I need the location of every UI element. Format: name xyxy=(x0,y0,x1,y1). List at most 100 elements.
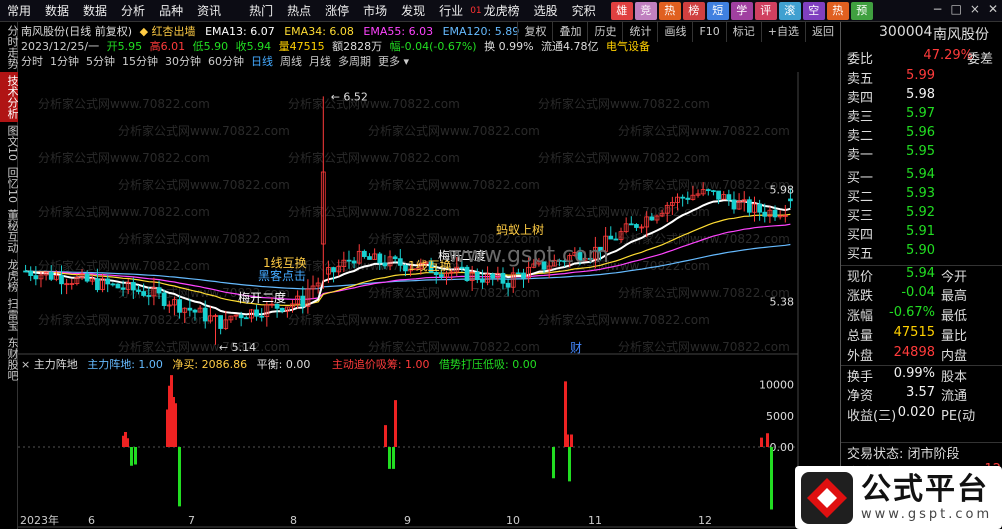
stat-value: 5.94 xyxy=(906,266,935,281)
kline-chart[interactable]: 分析家公式网www.70822.com 分析家公式网www.70822.com 分析… xyxy=(18,22,840,529)
period-tab-1[interactable]: 1分钟 xyxy=(50,53,79,69)
menu-limit-up[interactable]: 涨停 xyxy=(318,0,356,22)
quick-flag-7[interactable]: 滚 xyxy=(778,1,801,20)
quick-flag-2[interactable]: 热 xyxy=(658,1,681,20)
close-icon[interactable]: ✕ xyxy=(988,2,998,16)
maximize-icon[interactable]: □ xyxy=(951,2,962,16)
period-tab-3[interactable]: 15分钟 xyxy=(122,53,158,69)
rail-item-0[interactable]: 分时走势 xyxy=(0,22,19,72)
buy-price: 5.92 xyxy=(906,205,935,220)
sub-tick-5000: 5000 xyxy=(766,410,794,423)
menu-hot[interactable]: 热门 xyxy=(242,0,280,22)
period-tab-2[interactable]: 5分钟 xyxy=(86,53,115,69)
rail-item-7[interactable]: 东财股吧 xyxy=(0,334,19,384)
period-tab-4[interactable]: 30分钟 xyxy=(165,53,201,69)
rail-item-1[interactable]: 技术分析 xyxy=(0,72,19,122)
watermark-text: 分析家公式网www.70822.com xyxy=(288,150,460,165)
menu-news[interactable]: 资讯 xyxy=(190,0,228,22)
menu-data-2[interactable]: 数据 xyxy=(76,0,114,22)
stock-title: 南风股份(日线 前复权) xyxy=(21,25,133,38)
rail-item-4[interactable]: 董秘互动 xyxy=(0,206,19,256)
rail-item-5[interactable]: 龙虎榜 xyxy=(0,256,19,295)
period-tab-7[interactable]: 周线 xyxy=(280,53,302,69)
menu-dragon-tiger[interactable]: 龙虎榜 xyxy=(482,0,527,22)
sub-close-icon[interactable]: × xyxy=(21,358,34,371)
stat-label: 涨跌 xyxy=(847,289,874,304)
buy-row-2: 买二 5.93 xyxy=(841,186,1002,205)
sub-bar-21 xyxy=(766,433,769,447)
quick-flag-4[interactable]: 短 xyxy=(706,1,729,20)
sub-main-pos: 主力阵地: 1.00 xyxy=(87,358,163,371)
menu-data-1[interactable]: 数据 xyxy=(38,0,76,22)
quick-flag-3[interactable]: 榜 xyxy=(682,1,705,20)
stat-label: 换手 xyxy=(847,370,874,385)
toolbar-button-4[interactable]: 画线 xyxy=(657,22,692,42)
minimize-icon[interactable]: − xyxy=(932,2,942,16)
period-tab-5[interactable]: 60分钟 xyxy=(208,53,244,69)
period-tab-6[interactable]: 日线 xyxy=(251,53,273,69)
period-tab-10[interactable]: 更多 ▾ xyxy=(378,53,409,69)
rail-item-2[interactable]: 图文10 xyxy=(0,122,19,164)
candle-body xyxy=(238,314,244,319)
sub-bar-13 xyxy=(392,447,395,469)
watermark-text: 分析家公式网www.70822.com xyxy=(38,96,210,111)
menu-variety[interactable]: 品种 xyxy=(152,0,190,22)
candle-body xyxy=(361,250,367,257)
toolbar-button-6[interactable]: 标记 xyxy=(725,22,761,42)
restore-icon[interactable]: × xyxy=(970,2,980,16)
watermark-text: 分析家公式网www.70822.com xyxy=(118,177,290,192)
stat-label-2: 最低 xyxy=(941,309,968,324)
stat-label-2: 流通 xyxy=(941,389,968,404)
pattern-label-1: 黑客点击 xyxy=(258,268,306,283)
toolbar-button-5[interactable]: F10 xyxy=(692,22,725,42)
candle-body xyxy=(136,289,141,292)
sub-chart-name[interactable]: 主力阵地 xyxy=(34,358,78,371)
sub-bar-19 xyxy=(568,447,571,482)
quick-flag-8[interactable]: 空 xyxy=(802,1,825,20)
price-tick-538: 5.38 xyxy=(770,296,795,309)
ema120-label: EMA120: 5.89 xyxy=(442,25,520,38)
stat-label-2: 今开 xyxy=(941,270,968,285)
x-axis-label-7: 12 xyxy=(698,514,712,527)
x-axis-label-4: 9 xyxy=(404,514,411,527)
quick-flag-0[interactable]: 雄 xyxy=(610,1,633,20)
watermark-text: 分析家公式网www.70822.com xyxy=(118,123,290,138)
menu-common[interactable]: 常用 xyxy=(0,0,38,22)
pattern-label-2: 梅开二度 xyxy=(238,290,286,305)
candle-body xyxy=(300,295,306,307)
stat-row-1: 涨跌 -0.04 最高 xyxy=(841,285,1002,304)
menu-research[interactable]: 究积 xyxy=(565,0,603,22)
menu-stock-picker[interactable]: 选股 xyxy=(527,0,565,22)
watermark-text: 分析家公式网www.70822.com xyxy=(618,231,790,246)
menu-industry[interactable]: 行业 xyxy=(432,0,470,22)
period-tab-8[interactable]: 月线 xyxy=(309,53,331,69)
period-tab-9[interactable]: 多周期 xyxy=(338,53,371,69)
quick-flag-5[interactable]: 学 xyxy=(730,1,753,20)
pattern-label-0: 1线互换 xyxy=(263,256,307,270)
menu-hotspot[interactable]: 热点 xyxy=(280,0,318,22)
watermark-text: 分析家公式网www.70822.com xyxy=(368,339,540,354)
quick-flag-6[interactable]: 评 xyxy=(754,1,777,20)
quick-flag-9[interactable]: 热 xyxy=(826,1,849,20)
rail-item-3[interactable]: 回忆10 xyxy=(0,164,19,206)
quick-flag-1[interactable]: 竞 xyxy=(634,1,657,20)
buy-label: 买二 xyxy=(847,190,874,205)
candle-body xyxy=(177,299,182,313)
menu-analysis[interactable]: 分析 xyxy=(114,0,152,22)
sub-tick-10000: 10000 xyxy=(759,379,794,392)
toolbar-button-7[interactable]: +自选 xyxy=(760,22,805,42)
pattern-chip[interactable]: ◆ 红杏出墙 xyxy=(140,25,196,38)
watermark-text: 分析家公式网www.70822.com xyxy=(368,177,540,192)
menu-discover[interactable]: 发现 xyxy=(394,0,432,22)
rail-item-6[interactable]: 扫雷宝 xyxy=(0,295,19,334)
watermark-text: 分析家公式网www.70822.com xyxy=(538,312,710,327)
period-tab-0[interactable]: 分时 xyxy=(21,53,43,69)
gspt-logo-icon xyxy=(801,471,853,524)
sell-row-1: 卖一 5.95 xyxy=(841,144,1002,163)
toolbar-button-8[interactable]: 返回 xyxy=(805,22,840,42)
candle-body xyxy=(367,256,372,260)
menu-market[interactable]: 市场 xyxy=(356,0,394,22)
left-side-rail: 分时走势 技术分析 图文10 回忆10 董秘互动 龙虎榜 扫雷宝 东财股吧 xyxy=(0,22,19,529)
watermark-text: 分析家公式网www.70822.com xyxy=(288,312,460,327)
quick-flag-10[interactable]: 预 xyxy=(850,1,873,20)
